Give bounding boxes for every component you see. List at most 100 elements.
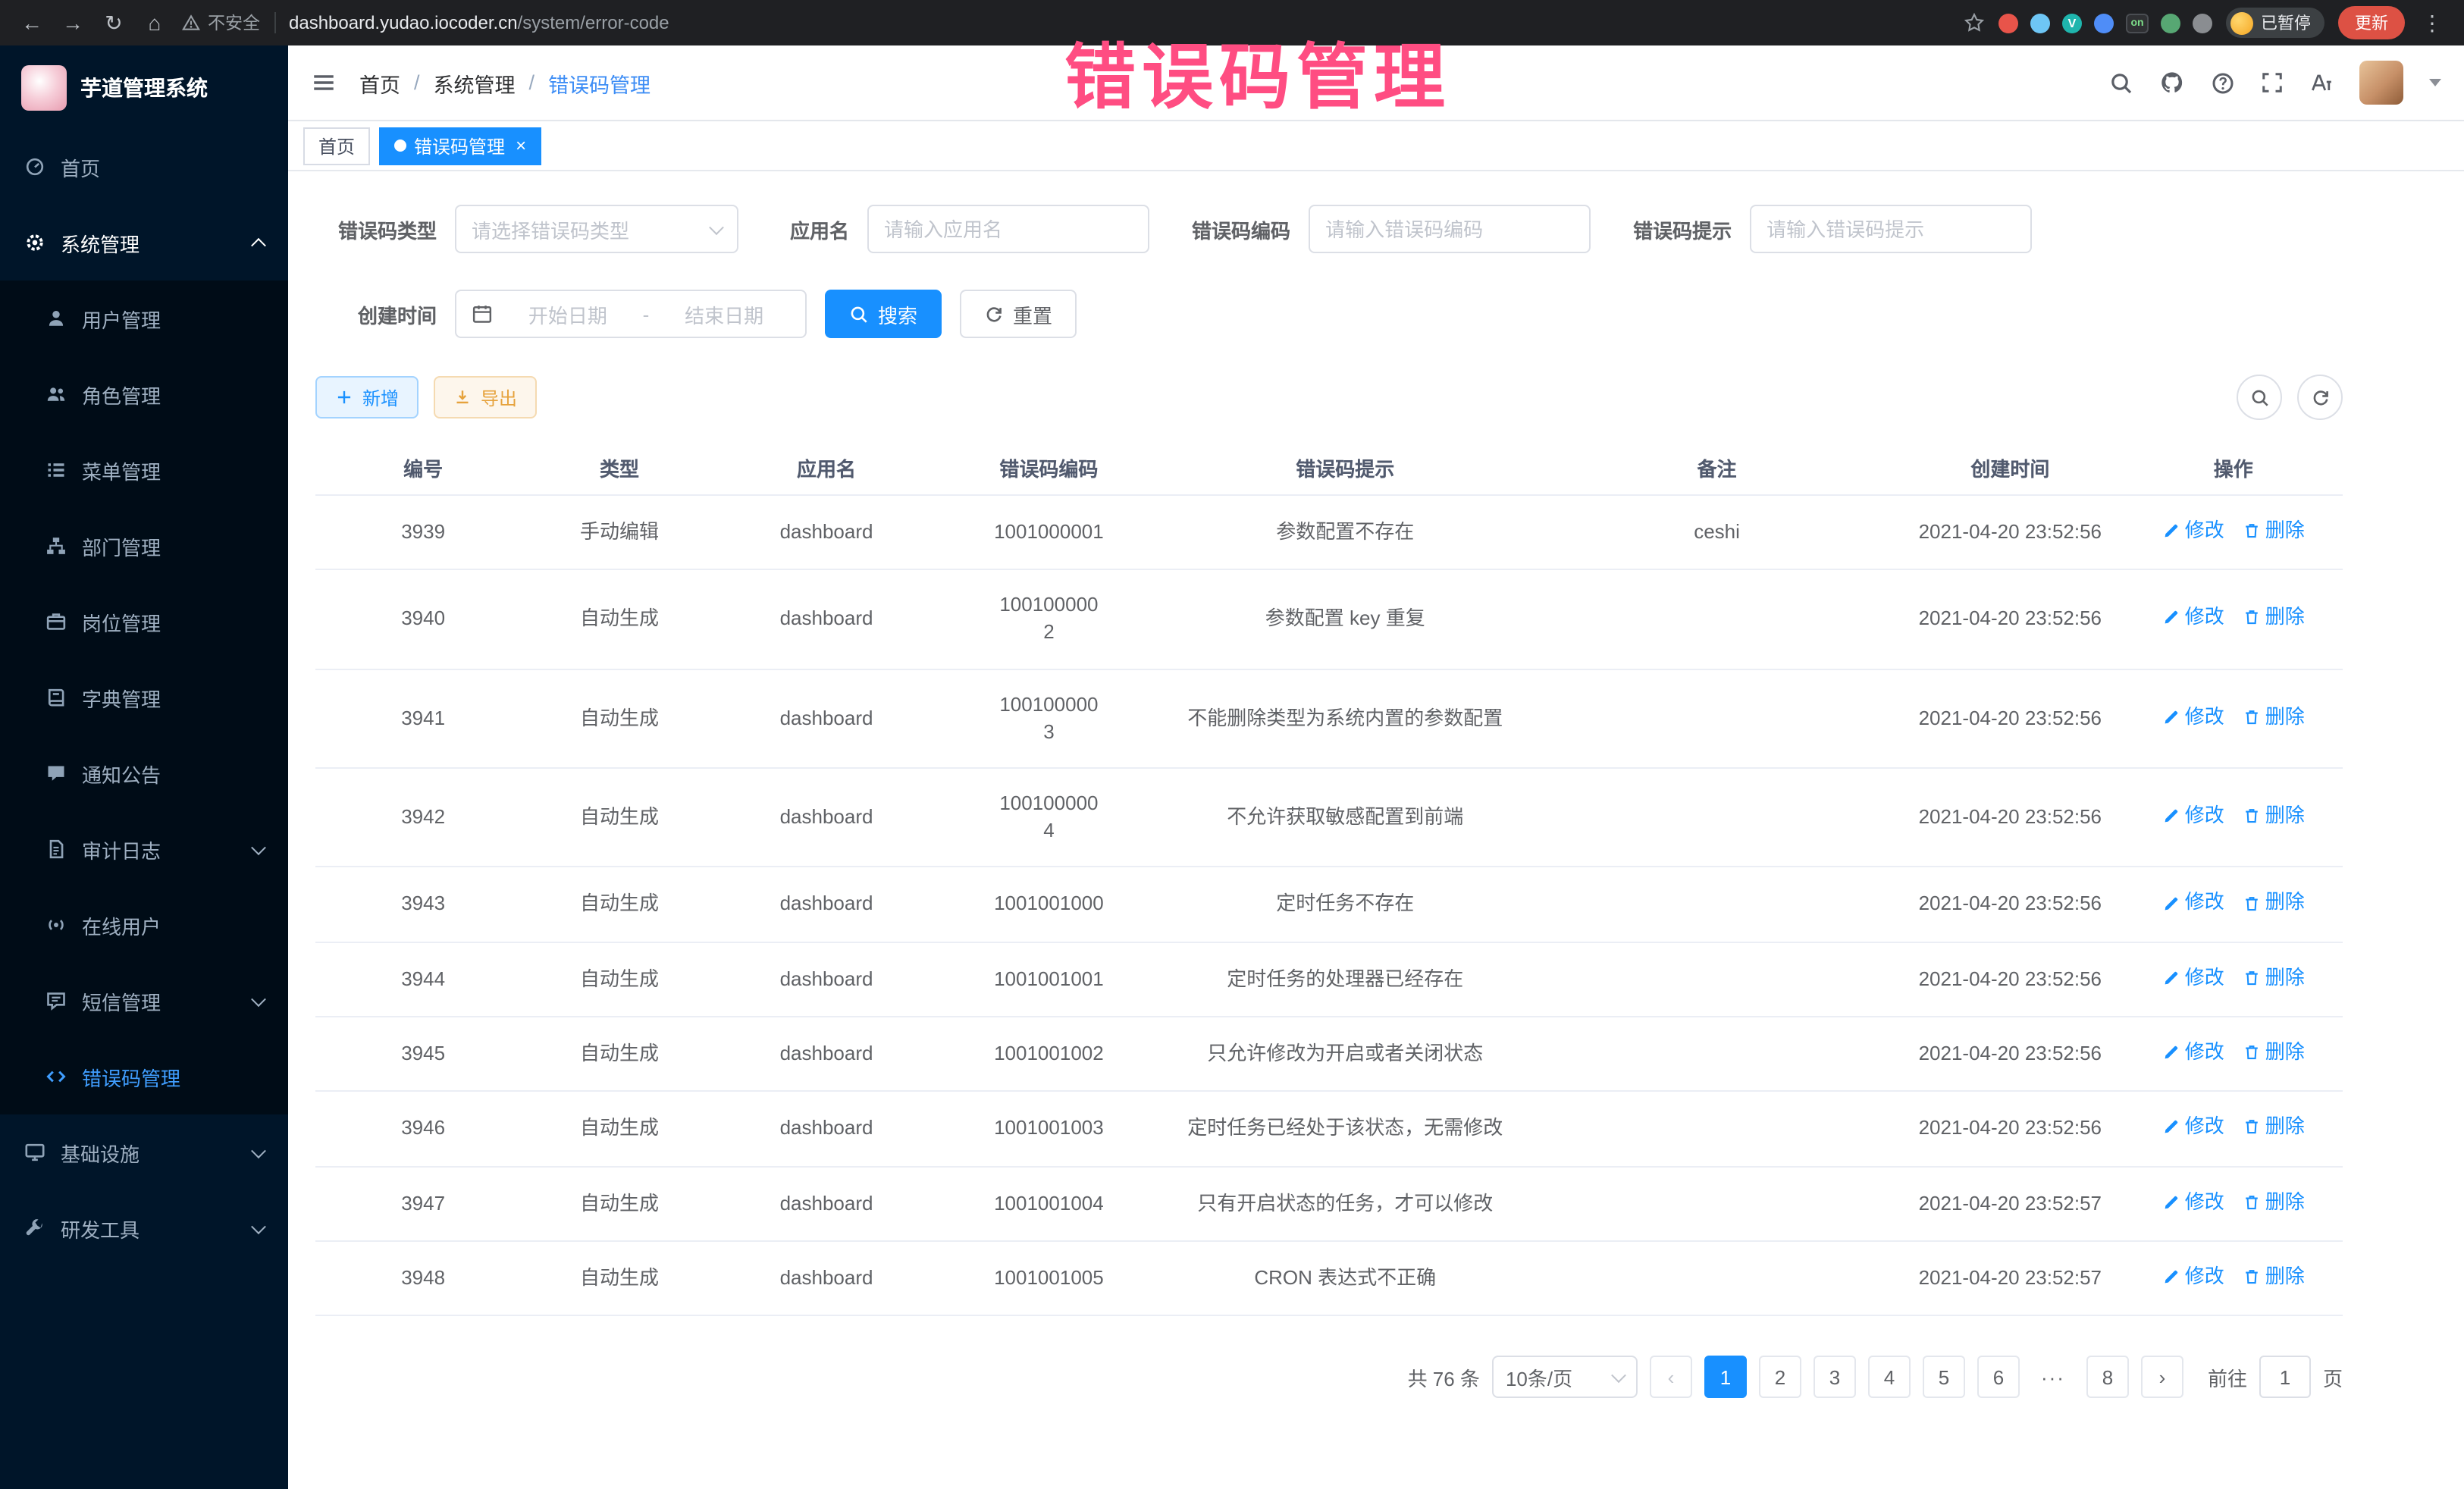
search-toggle-button[interactable] <box>2237 375 2282 420</box>
edit-link[interactable]: 修改 <box>2162 964 2224 991</box>
cell-actions: 修改删除 <box>2124 1017 2343 1092</box>
tab-2[interactable]: 错误码管理 × <box>379 127 541 165</box>
edit-link[interactable]: 修改 <box>2162 1114 2224 1141</box>
sidebar-item-6[interactable]: 部门管理 <box>0 508 288 584</box>
reload-button[interactable]: ↻ <box>100 10 127 36</box>
sidebar-item-2[interactable]: 系统管理 <box>0 205 288 281</box>
app-name-input[interactable] <box>884 218 1133 240</box>
delete-link[interactable]: 删除 <box>2243 1188 2305 1215</box>
sidebar-item-3[interactable]: 用户管理 <box>0 281 288 356</box>
edit-link[interactable]: 修改 <box>2162 1188 2224 1215</box>
vue-devtools-icon[interactable]: V <box>2062 13 2082 33</box>
delete-link[interactable]: 删除 <box>2243 1039 2305 1066</box>
next-page-button[interactable]: › <box>2141 1356 2183 1398</box>
avatar[interactable] <box>2359 61 2403 105</box>
pager-page-2[interactable]: 2 <box>1759 1356 1801 1398</box>
home-button[interactable]: ⌂ <box>141 11 168 35</box>
sidebar-item-9[interactable]: 通知公告 <box>0 735 288 811</box>
grid-icon[interactable] <box>2094 13 2114 33</box>
edit-link[interactable]: 修改 <box>2162 802 2224 829</box>
sidebar-item-1[interactable]: 首页 <box>0 129 288 205</box>
tab-label: 错误码管理 <box>414 133 505 158</box>
fullscreen-icon[interactable] <box>2261 71 2284 94</box>
sidebar-item-label: 部门管理 <box>82 531 264 560</box>
sidebar-item-5[interactable]: 菜单管理 <box>0 432 288 508</box>
sidebar-item-7[interactable]: 岗位管理 <box>0 584 288 660</box>
add-button[interactable]: 新增 <box>315 376 419 418</box>
page-size-select[interactable]: 10条/页 <box>1492 1356 1638 1398</box>
pencil-icon <box>2162 708 2180 726</box>
close-icon[interactable]: × <box>516 135 526 156</box>
hamburger-icon[interactable] <box>311 70 337 96</box>
delete-link[interactable]: 删除 <box>2243 964 2305 991</box>
filter-label-hint: 错误码提示 <box>1633 215 1732 243</box>
tab-1[interactable]: 首页 <box>303 127 370 165</box>
delete-link[interactable]: 删除 <box>2243 1263 2305 1290</box>
pager-page-4[interactable]: 4 <box>1868 1356 1911 1398</box>
onetab-icon[interactable]: on <box>2126 13 2149 33</box>
delete-link[interactable]: 删除 <box>2243 889 2305 917</box>
sidebar-item-13[interactable]: 错误码管理 <box>0 1039 288 1114</box>
delete-link[interactable]: 删除 <box>2243 1114 2305 1141</box>
update-button[interactable]: 更新 <box>2338 6 2405 39</box>
breadcrumb-item[interactable]: 错误码管理 <box>548 67 650 98</box>
menu-kebab-icon[interactable]: ⋮ <box>2419 10 2446 36</box>
record-icon[interactable] <box>1998 13 2018 33</box>
edit-link[interactable]: 修改 <box>2162 889 2224 917</box>
sidebar-item-15[interactable]: 研发工具 <box>0 1190 288 1266</box>
search-icon[interactable] <box>2109 71 2133 95</box>
url-bar[interactable]: dashboard.yudao.iocoder.cn/system/error-… <box>289 12 669 33</box>
security-status[interactable]: 不安全 <box>182 11 260 35</box>
logo[interactable]: 芋道管理系统 <box>0 45 288 129</box>
cell-time: 2021-04-20 23:52:56 <box>1896 669 2124 768</box>
search-button[interactable]: 搜索 <box>825 290 942 338</box>
help-icon[interactable] <box>2211 71 2235 95</box>
profile-emoji-icon <box>2230 11 2253 34</box>
paused-badge[interactable]: 已暂停 <box>2226 8 2324 38</box>
sidebar-item-11[interactable]: 在线用户 <box>0 887 288 963</box>
edit-link[interactable]: 修改 <box>2162 1263 2224 1290</box>
goto-page-input[interactable] <box>2259 1356 2311 1398</box>
pager-page-1[interactable]: 1 <box>1704 1356 1747 1398</box>
sidebar-item-8[interactable]: 字典管理 <box>0 660 288 735</box>
sidebar-item-10[interactable]: 审计日志 <box>0 811 288 887</box>
create-time-range[interactable]: 开始日期 - 结束日期 <box>455 290 807 338</box>
pager-page-5[interactable]: 5 <box>1923 1356 1965 1398</box>
sidebar-item-14[interactable]: 基础设施 <box>0 1114 288 1190</box>
delete-link[interactable]: 删除 <box>2243 703 2305 730</box>
back-button[interactable]: ← <box>18 11 45 35</box>
green-dot-icon[interactable] <box>2161 13 2180 33</box>
pager-ellipsis[interactable]: ··· <box>2032 1356 2074 1398</box>
pager-page-8[interactable]: 8 <box>2086 1356 2129 1398</box>
reset-button[interactable]: 重置 <box>960 290 1077 338</box>
error-code-input[interactable] <box>1325 218 1574 240</box>
table-row: 3940自动生成dashboard1001000002参数配置 key 重复20… <box>315 570 2343 669</box>
sidebar-item-4[interactable]: 角色管理 <box>0 356 288 432</box>
breadcrumb-item[interactable]: 首页 <box>359 67 400 98</box>
forward-button[interactable]: → <box>59 11 86 35</box>
color-dot-icon[interactable] <box>2030 13 2050 33</box>
error-hint-input[interactable] <box>1766 218 2015 240</box>
delete-link[interactable]: 删除 <box>2243 802 2305 829</box>
prev-page-button[interactable]: ‹ <box>1650 1356 1692 1398</box>
goto-label: 前往 <box>2208 1362 2247 1391</box>
sidebar-item-12[interactable]: 短信管理 <box>0 963 288 1039</box>
bookmark-star-icon[interactable] <box>1964 12 1985 33</box>
export-button[interactable]: 导出 <box>434 376 537 418</box>
page-size-value: 10条/页 <box>1506 1362 1572 1391</box>
breadcrumb-item[interactable]: 系统管理 <box>434 67 516 98</box>
edit-link[interactable]: 修改 <box>2162 703 2224 730</box>
error-type-select[interactable]: 请选择错误码类型 <box>455 205 738 253</box>
pager-page-3[interactable]: 3 <box>1814 1356 1856 1398</box>
refresh-table-button[interactable] <box>2297 375 2343 420</box>
delete-link[interactable]: 删除 <box>2243 517 2305 544</box>
edit-link[interactable]: 修改 <box>2162 1039 2224 1066</box>
delete-link[interactable]: 删除 <box>2243 604 2305 632</box>
github-icon[interactable] <box>2159 70 2185 96</box>
edit-link[interactable]: 修改 <box>2162 604 2224 632</box>
puzzle-icon[interactable] <box>2193 13 2212 33</box>
font-size-icon[interactable] <box>2309 71 2334 95</box>
pager-page-6[interactable]: 6 <box>1977 1356 2020 1398</box>
caret-down-icon[interactable] <box>2429 79 2441 86</box>
edit-link[interactable]: 修改 <box>2162 517 2224 544</box>
